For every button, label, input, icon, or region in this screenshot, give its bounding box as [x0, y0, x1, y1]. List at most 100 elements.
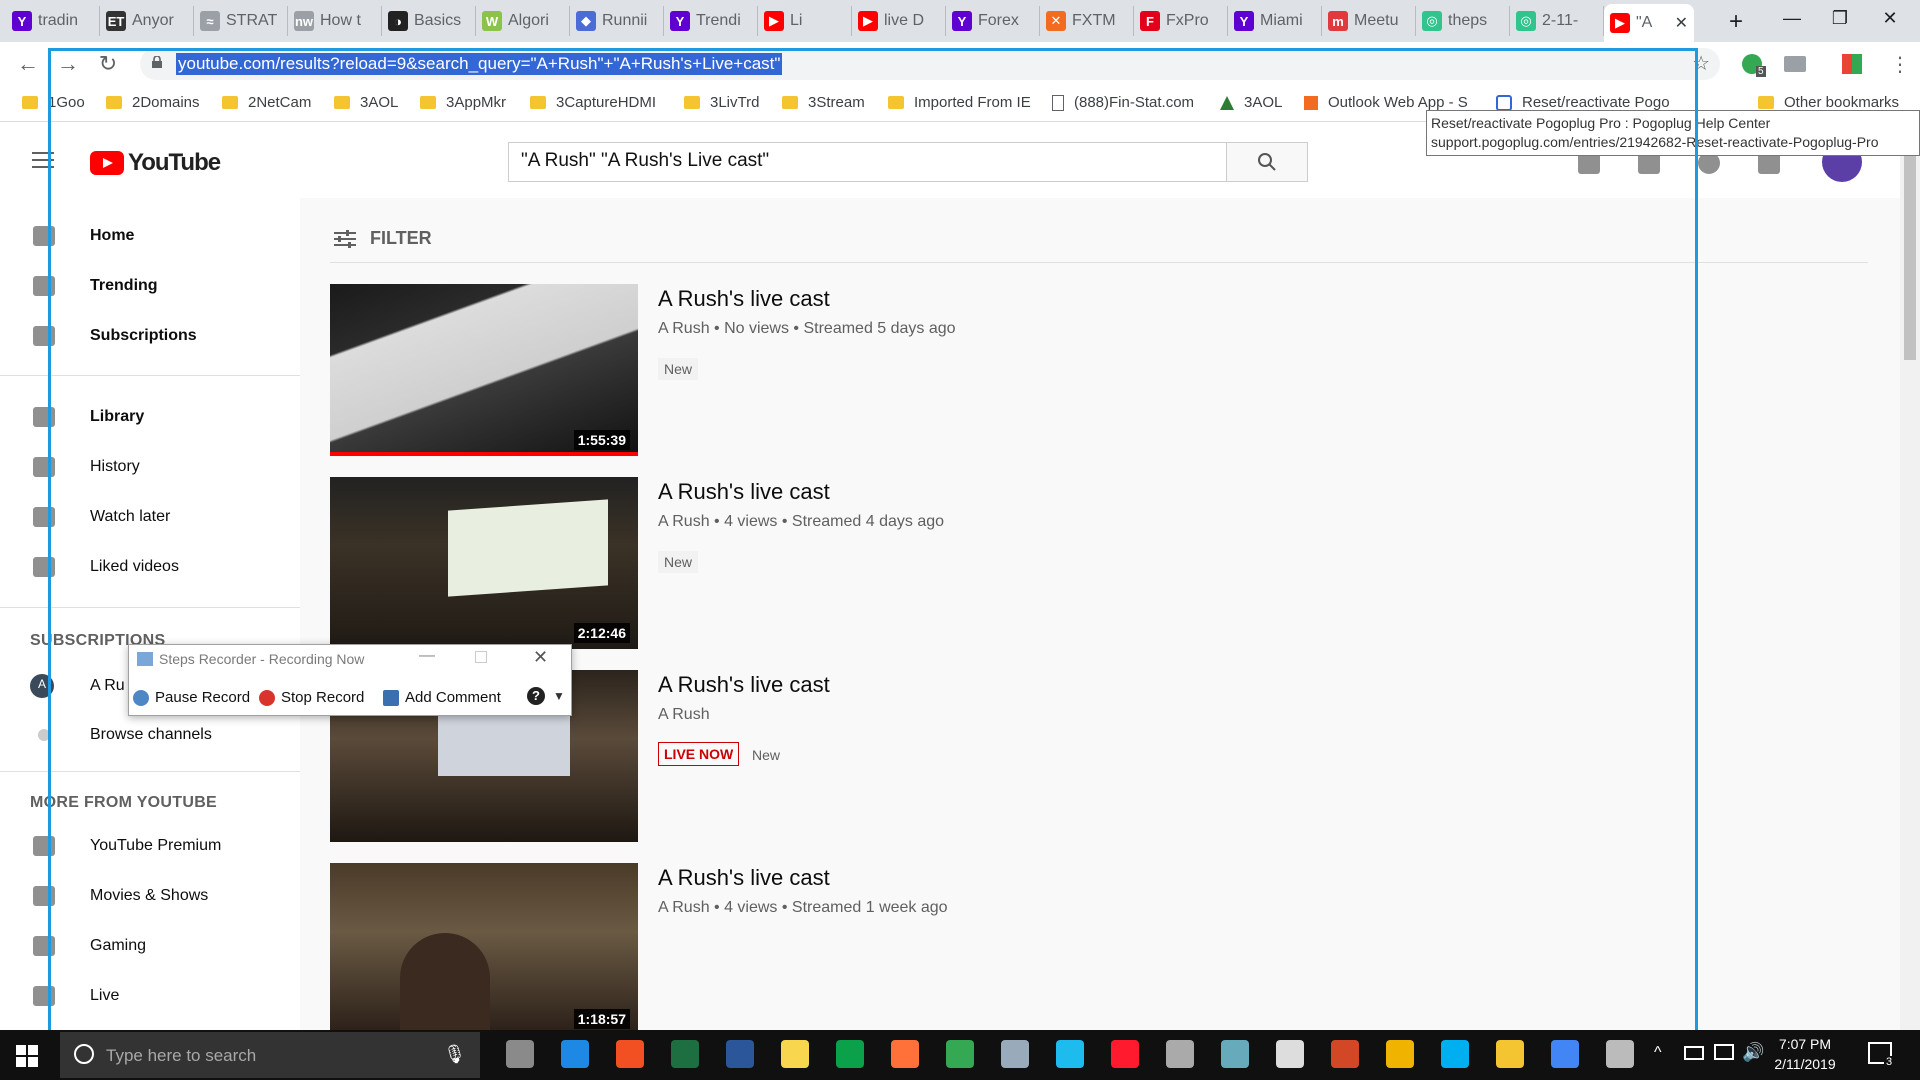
chrome-icon[interactable] [946, 1040, 974, 1068]
file-explorer-icon[interactable] [1496, 1040, 1524, 1068]
hamburger-menu-icon[interactable] [32, 152, 54, 173]
bookmark-item[interactable]: 3LivTrd [684, 94, 759, 111]
bookmark-item[interactable]: 3CaptureHDMI [530, 94, 656, 111]
bookmark-item[interactable]: 3AOL [1220, 94, 1282, 111]
video-thumbnail[interactable]: 1:18:57 [330, 863, 638, 1035]
video-title[interactable]: A Rush's live cast [658, 479, 830, 505]
video-result[interactable]: 2:12:46 A Rush's live cast A Rush • 4 view… [330, 477, 1530, 649]
video-camera-icon[interactable] [1784, 56, 1806, 72]
camera-icon[interactable] [1276, 1040, 1304, 1068]
video-result[interactable]: 1:18:57 A Rush's live cast A Rush • 4 view… [330, 863, 1530, 1035]
browser-tab[interactable]: Y Forex [946, 6, 1040, 36]
maximize-button[interactable] [475, 651, 487, 663]
page-scrollbar[interactable] [1900, 122, 1920, 1030]
dropdown-arrow-icon[interactable]: ▼ [553, 689, 565, 703]
opera-icon[interactable] [1111, 1040, 1139, 1068]
minimize-window-button[interactable]: — [1770, 8, 1814, 29]
firefox-icon[interactable] [891, 1040, 919, 1068]
minimize-button[interactable]: — [419, 647, 435, 665]
bookmark-item[interactable]: Reset/reactivate Pogo [1496, 94, 1670, 111]
edge-icon[interactable] [561, 1040, 589, 1068]
windows-start-icon[interactable] [16, 1045, 38, 1067]
browser-tab[interactable]: ◎ theps [1416, 6, 1510, 36]
bookmark-item[interactable]: (888)Fin-Stat.com [1052, 94, 1194, 111]
browser-tab[interactable]: ◎ 2-11- [1510, 6, 1604, 36]
bookmark-item[interactable]: 3AppMkr [420, 94, 506, 111]
browser-tab[interactable]: Y Trendi [664, 6, 758, 36]
video-thumbnail[interactable]: 1:55:39 [330, 284, 638, 456]
stop-record-button[interactable]: Stop Record [259, 689, 364, 706]
browser-tab[interactable]: ✕ FXTM [1040, 6, 1134, 36]
close-button[interactable]: ✕ [533, 647, 548, 668]
video-title[interactable]: A Rush's live cast [658, 865, 830, 891]
sidebar-item[interactable]: Subscriptions [0, 316, 300, 356]
chrome-icon[interactable] [1551, 1040, 1579, 1068]
taskbar-search-input[interactable]: Type here to search 🎙 [60, 1032, 480, 1078]
sidebar-item[interactable]: Trending [0, 266, 300, 306]
sidebar-item[interactable]: Liked videos [0, 547, 300, 587]
skype-icon[interactable] [1441, 1040, 1469, 1068]
browser-tab[interactable]: ≈ STRAT [194, 6, 288, 36]
office-extension-icon[interactable] [1842, 54, 1862, 74]
word-icon[interactable] [726, 1040, 754, 1068]
sidebar-item[interactable]: YouTube Premium [0, 826, 300, 866]
bookmark-item[interactable]: Imported From IE [888, 94, 1031, 111]
bookmark-item[interactable]: 3AOL [334, 94, 398, 111]
bookmark-item[interactable]: 3Stream [782, 94, 865, 111]
back-icon[interactable]: ← [14, 50, 42, 78]
bookmark-item[interactable]: 2NetCam [222, 94, 311, 111]
sidebar-item[interactable]: Watch later [0, 497, 300, 537]
menu-kebab-icon[interactable]: ⋮ [1890, 52, 1910, 77]
browser-tab[interactable]: ◆ Runnii [570, 6, 664, 36]
app-icon[interactable] [836, 1040, 864, 1068]
url-text[interactable]: youtube.com/results?reload=9&search_quer… [176, 53, 783, 75]
address-bar[interactable]: youtube.com/results?reload=9&search_quer… [140, 48, 1720, 80]
browse-channels[interactable]: Browse channels [0, 715, 300, 755]
scrollbar-thumb[interactable] [1904, 142, 1916, 360]
sidebar-item[interactable]: Home [0, 216, 300, 256]
new-tab-button[interactable]: + [1714, 8, 1758, 36]
video-title[interactable]: A Rush's live cast [658, 286, 830, 312]
tab-close-icon[interactable]: ✕ [1675, 13, 1688, 33]
help-icon[interactable]: ? [527, 687, 545, 705]
browser-tab[interactable]: m Meetu [1322, 6, 1416, 36]
sidebar-item[interactable]: Gaming [0, 926, 300, 966]
browser-tab[interactable]: F FxPro [1134, 6, 1228, 36]
video-title[interactable]: A Rush's live cast [658, 672, 830, 698]
store-icon[interactable] [616, 1040, 644, 1068]
battery-icon[interactable] [1684, 1046, 1704, 1060]
filter-button[interactable]: FILTER [334, 228, 432, 249]
close-window-button[interactable]: ✕ [1868, 8, 1912, 29]
sidebar-item[interactable]: History [0, 447, 300, 487]
add-comment-button[interactable]: Add Comment [383, 689, 501, 706]
excel-icon[interactable] [671, 1040, 699, 1068]
chrome-canary-icon[interactable] [1386, 1040, 1414, 1068]
video-result[interactable]: 1:55:39 A Rush's live cast A Rush • No vie… [330, 284, 1530, 456]
star-icon[interactable]: ☆ [1692, 51, 1710, 76]
sidebar-item[interactable]: Live [0, 976, 300, 1016]
bookmark-item[interactable]: 2Domains [106, 94, 200, 111]
app-icon[interactable] [1606, 1040, 1634, 1068]
reload-icon[interactable]: ↻ [94, 50, 122, 78]
bookmark-item[interactable]: 1Goo [22, 94, 85, 111]
browser-tab[interactable]: ET Anyor [100, 6, 194, 36]
search-input[interactable]: "A Rush" "A Rush's Live cast" [508, 142, 1227, 182]
app-icon[interactable] [1166, 1040, 1194, 1068]
ie-icon[interactable] [1056, 1040, 1084, 1068]
microphone-icon[interactable]: 🎙 [443, 1044, 466, 1065]
task-view-icon[interactable] [506, 1040, 534, 1068]
powerpoint-icon[interactable] [1331, 1040, 1359, 1068]
sticky-notes-icon[interactable] [781, 1040, 809, 1068]
browser-tab[interactable]: nw How t [288, 6, 382, 36]
forward-icon[interactable]: → [54, 50, 82, 78]
tray-chevron-icon[interactable]: ^ [1654, 1044, 1662, 1062]
sidebar-item[interactable]: Movies & Shows [0, 876, 300, 916]
search-button[interactable] [1226, 142, 1308, 182]
bookmark-item[interactable]: Outlook Web App - S [1304, 94, 1468, 111]
sidebar-item[interactable]: Library [0, 397, 300, 437]
video-thumbnail[interactable]: 2:12:46 [330, 477, 638, 649]
app-icon[interactable] [1001, 1040, 1029, 1068]
browser-tab[interactable]: W Algori [476, 6, 570, 36]
browser-tab[interactable]: ◑ Basics [382, 6, 476, 36]
browser-tab-active[interactable]: ▶ "A ✕ [1604, 4, 1694, 42]
